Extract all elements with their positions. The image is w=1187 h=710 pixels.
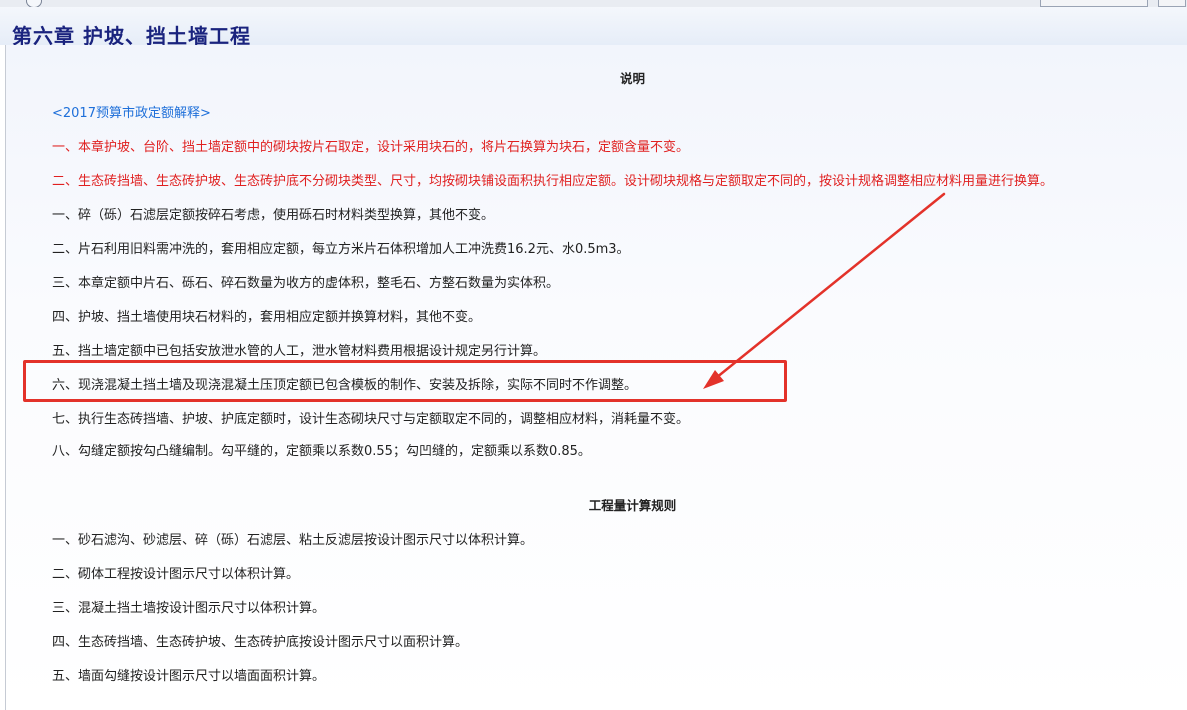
explanation-item-4: 四、护坡、挡土墙使用块石材料的，套用相应定额并换算材料，其他不变。 <box>52 310 482 325</box>
toolbar-button[interactable] <box>1158 0 1186 7</box>
red-note-1: 一、本章护坡、台阶、挡土墙定额中的砌块按片石取定，设计采用块石的，将片石换算为块… <box>52 140 690 155</box>
rule-item-2: 二、砌体工程按设计图示尺寸以体积计算。 <box>52 567 300 582</box>
explanation-item-1: 一、碎（砾）石滤层定额按碎石考虑，使用砾石时材料类型换算，其他不变。 <box>52 208 495 223</box>
red-note-2: 二、生态砖挡墙、生态砖护坡、生态砖护底不分砌块类型、尺寸，均按砌块铺设面积执行相… <box>52 174 1054 189</box>
rule-item-4: 四、生态砖挡墙、生态砖护坡、生态砖护底按设计图示尺寸以面积计算。 <box>52 635 469 650</box>
explanation-item-8: 八、勾缝定额按勾凸缝编制。勾平缝的，定额乘以系数0.55；勾凹缝的，定额乘以系数… <box>52 444 591 459</box>
rule-item-1: 一、砂石滤沟、砂滤层、碎（砾）石滤层、粘土反滤层按设计图示尺寸以体积计算。 <box>52 533 534 548</box>
rule-item-5: 五、墙面勾缝按设计图示尺寸以墙面面积计算。 <box>52 669 326 684</box>
explanation-item-5: 五、挡土墙定额中已包括安放泄水管的人工，泄水管材料费用根据设计规定另行计算。 <box>52 344 547 359</box>
explanation-item-7: 七、执行生态砖挡墙、护坡、护底定额时，设计生态砌块尺寸与定额取定不同的，调整相应… <box>52 412 690 427</box>
explanation-heading: 说明 <box>619 71 645 86</box>
highlight-box <box>23 360 787 402</box>
rules-heading: 工程量计算规则 <box>588 498 677 513</box>
rule-item-3: 三、混凝土挡土墙按设计图示尺寸以体积计算。 <box>52 601 326 616</box>
document-header: 第六章 护坡、挡土墙工程 <box>0 7 1187 48</box>
explanation-item-3: 三、本章定额中片石、砾石、碎石数量为收方的虚体积，整毛石、方整石数量为实体积。 <box>52 276 560 291</box>
explanation-item-2: 二、片石利用旧料需冲洗的，套用相应定额，每立方米片石体积增加人工冲洗费16.2元… <box>52 242 630 257</box>
quota-explanation-link[interactable]: <2017预算市政定额解释> <box>52 102 211 121</box>
toolbar-dropdown[interactable] <box>1040 0 1148 7</box>
